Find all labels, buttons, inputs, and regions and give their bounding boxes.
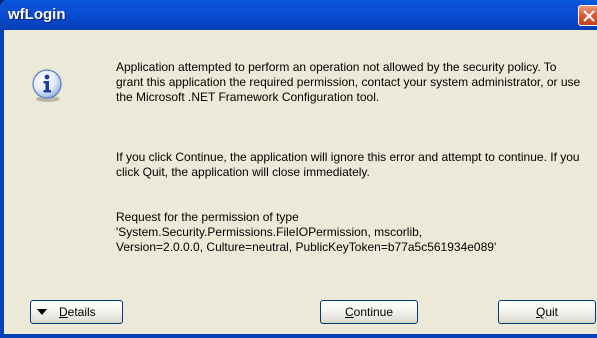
details-button[interactable]: Details (30, 300, 123, 324)
message-paragraph-2: If you click Continue, the application w… (116, 150, 580, 179)
message-paragraph-1: Application attempted to perform an oper… (116, 60, 581, 104)
continue-label: Continue (344, 305, 394, 319)
close-button[interactable] (578, 5, 597, 26)
permission-line-3: Version=2.0.0.0, Culture=neutral, Public… (116, 240, 497, 254)
quit-button[interactable]: Quit (498, 300, 596, 324)
dialog-window: wfLogin Application attempted to perform… (0, 0, 597, 338)
title-bar[interactable]: wfLogin (0, 0, 597, 30)
permission-line-1: Request for the permission of type (116, 210, 299, 224)
quit-label: Quit (535, 305, 559, 319)
details-label: Details (59, 305, 96, 319)
dialog-body: Application attempted to perform an oper… (4, 30, 597, 334)
window-border-bottom (0, 334, 597, 338)
information-icon (32, 69, 62, 102)
window-title: wfLogin (8, 6, 66, 23)
close-icon (583, 10, 595, 22)
message-paragraph-3: Request for the permission of type 'Syst… (116, 210, 586, 255)
permission-line-2: 'System.Security.Permissions.FileIOPermi… (116, 225, 423, 239)
triangle-down-icon (37, 309, 47, 315)
continue-button[interactable]: Continue (320, 300, 418, 324)
